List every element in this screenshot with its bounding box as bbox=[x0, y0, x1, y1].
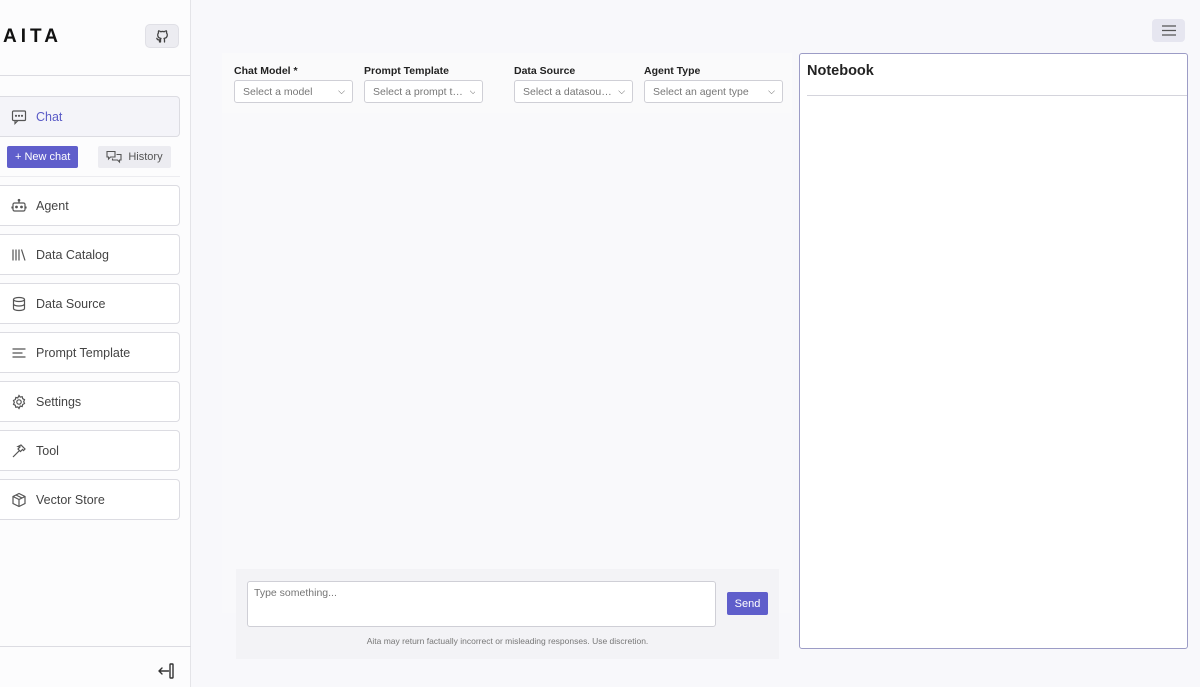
sidebar-item-label: Tool bbox=[36, 443, 59, 458]
notebook-divider bbox=[807, 95, 1187, 96]
logo-row: AITA bbox=[0, 0, 190, 76]
data-source-select[interactable]: Select a datasource ⌵ bbox=[514, 80, 633, 103]
sidebar-item-label: Data Catalog bbox=[36, 247, 109, 262]
sidebar-item-data-catalog[interactable]: Data Catalog bbox=[0, 234, 180, 275]
sidebar-item-label: Data Source bbox=[36, 296, 106, 311]
message-input[interactable] bbox=[247, 581, 716, 627]
sidebar-item-chat[interactable]: Chat bbox=[0, 96, 180, 137]
text-lines-icon bbox=[11, 345, 27, 361]
send-button[interactable]: Send bbox=[727, 592, 768, 615]
sidebar-item-label: Settings bbox=[36, 394, 82, 409]
data-source-placeholder: Select a datasource bbox=[523, 85, 615, 98]
github-button[interactable] bbox=[145, 24, 179, 48]
history-button[interactable]: History bbox=[98, 145, 171, 168]
gear-icon bbox=[11, 393, 27, 410]
chat-model-select[interactable]: Select a model ⌵ bbox=[234, 80, 353, 103]
sidebar-item-prompt-template[interactable]: Prompt Template bbox=[0, 332, 180, 373]
agent-type-placeholder: Select an agent type bbox=[653, 85, 749, 98]
cube-icon bbox=[11, 492, 27, 508]
composer-panel: Send Aita may return factually incorrect… bbox=[236, 569, 779, 659]
agent-type-select[interactable]: Select an agent type ⌵ bbox=[644, 80, 783, 103]
hammer-icon bbox=[11, 443, 27, 459]
chevron-down-icon: ⌵ bbox=[338, 86, 345, 96]
disclaimer-text: Aita may return factually incorrect or m… bbox=[366, 636, 649, 646]
prompt-template-group: Prompt Template Select a prompt template… bbox=[364, 65, 483, 103]
chat-model-group: Chat Model * Select a model ⌵ bbox=[234, 65, 353, 103]
sidebar-item-label: Vector Store bbox=[36, 492, 105, 507]
collapse-sidebar-icon[interactable] bbox=[157, 662, 175, 680]
prompt-template-select[interactable]: Select a prompt template ⌵ bbox=[364, 80, 483, 103]
chevron-down-icon: ⌵ bbox=[470, 86, 475, 97]
history-chat-icon bbox=[106, 150, 122, 163]
github-icon bbox=[156, 30, 168, 43]
prompt-template-label: Prompt Template bbox=[364, 65, 449, 77]
chevron-down-icon: ⌵ bbox=[768, 86, 775, 96]
menu-button[interactable] bbox=[1152, 19, 1185, 42]
selector-bar: Chat Model * Select a model ⌵ Prompt Tem… bbox=[222, 53, 792, 113]
chat-main: Chat Model * Select a model ⌵ Prompt Tem… bbox=[222, 53, 792, 673]
agent-type-group: Agent Type Select an agent type ⌵ bbox=[644, 65, 783, 103]
sidebar-item-label: Chat bbox=[36, 109, 63, 124]
data-source-group: Data Source Select a datasource ⌵ bbox=[514, 65, 633, 103]
sidebar-item-label: Agent bbox=[36, 198, 69, 213]
chat-bubble-icon bbox=[11, 109, 27, 125]
prompt-template-placeholder: Select a prompt template bbox=[373, 85, 466, 98]
sidebar-nav: Chat + New chat History Agent Data Catal… bbox=[0, 96, 180, 528]
hamburger-icon bbox=[1161, 25, 1176, 36]
sidebar-item-data-source[interactable]: Data Source bbox=[0, 283, 180, 324]
database-icon bbox=[11, 296, 27, 312]
library-icon bbox=[11, 247, 27, 263]
robot-icon bbox=[11, 198, 27, 214]
history-label: History bbox=[128, 150, 163, 163]
sidebar-item-agent[interactable]: Agent bbox=[0, 185, 180, 226]
sidebar-item-tool[interactable]: Tool bbox=[0, 430, 180, 471]
chevron-down-icon: ⌵ bbox=[618, 86, 625, 96]
sidebar-footer bbox=[0, 646, 191, 687]
chat-model-label: Chat Model * bbox=[234, 65, 298, 77]
app-logo: AITA bbox=[3, 26, 62, 47]
sidebar: AITA Chat + New chat History Agent Data … bbox=[0, 0, 191, 687]
chat-model-placeholder: Select a model bbox=[243, 85, 313, 98]
chat-messages-area[interactable] bbox=[222, 113, 792, 613]
sidebar-item-label: Prompt Template bbox=[36, 345, 131, 360]
new-chat-button[interactable]: + New chat bbox=[7, 145, 79, 168]
sidebar-item-vector-store[interactable]: Vector Store bbox=[0, 479, 180, 520]
notebook-title: Notebook bbox=[807, 63, 874, 79]
sidebar-item-settings[interactable]: Settings bbox=[0, 381, 180, 422]
notebook-panel[interactable]: Notebook bbox=[799, 53, 1188, 649]
agent-type-label: Agent Type bbox=[644, 65, 701, 77]
chat-actions: + New chat History bbox=[0, 137, 180, 177]
data-source-label: Data Source bbox=[514, 65, 576, 77]
